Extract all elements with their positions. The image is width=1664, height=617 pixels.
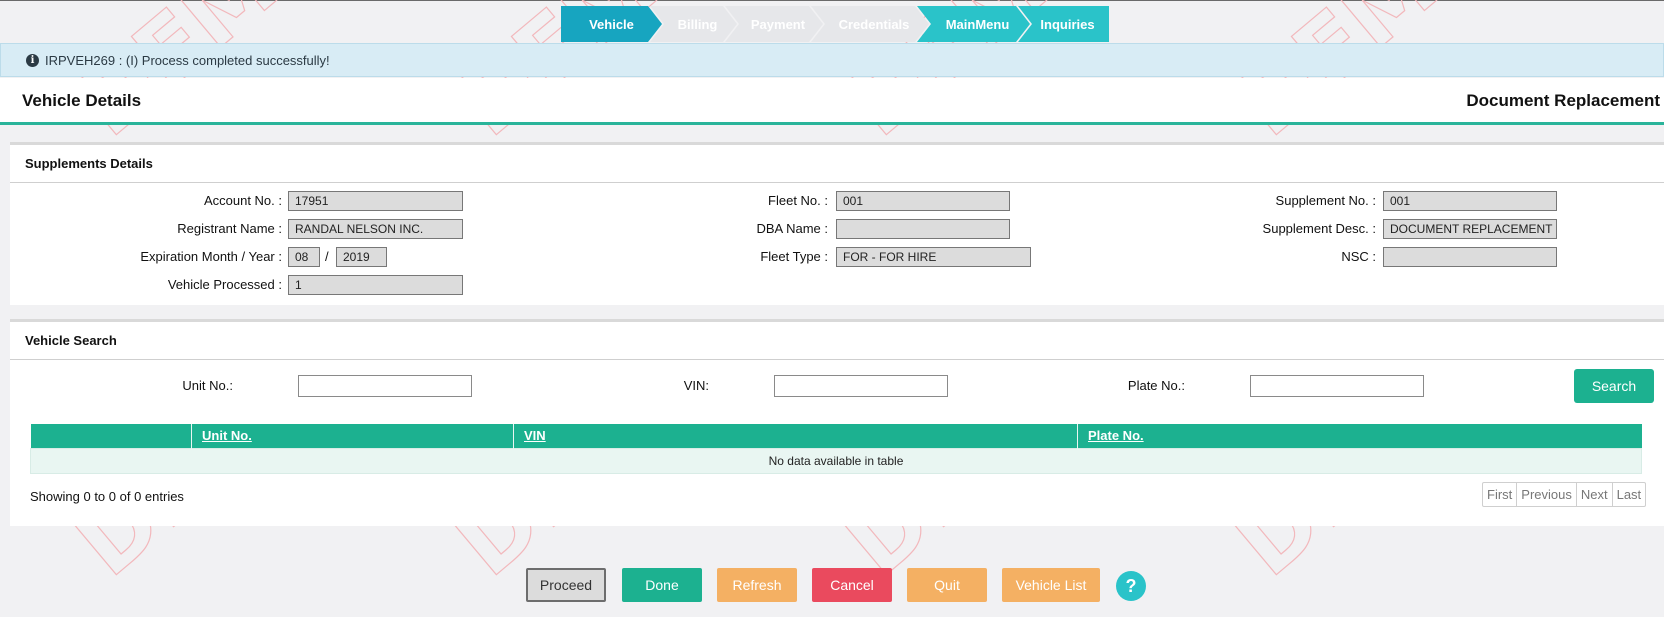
vin-input[interactable] [774,375,948,397]
page-subtitle: Document Replacement [1466,91,1660,110]
page-next[interactable]: Next [1575,483,1612,506]
unit-no-input[interactable] [298,375,472,397]
nsc-label: NSC : [1341,249,1376,264]
fleet-field: 001 [836,191,1010,211]
fleet-label: Fleet No. : [768,193,828,208]
unit-no-label: Unit No.: [182,378,233,393]
registrant-field: RANDAL NELSON INC. [288,219,463,239]
dba-label: DBA Name : [756,221,828,236]
help-icon[interactable]: ? [1116,571,1146,601]
proceed-button[interactable]: Proceed [526,568,606,602]
step-billing: Billing [650,6,737,42]
page-header: Vehicle Details Document Replacement [0,78,1664,125]
step-inquiries[interactable]: Inquiries [1018,6,1109,42]
vehicle-table: Unit No. VIN Plate No. No data available… [30,424,1642,474]
exp-year-field: 2019 [336,247,387,267]
vehicle-processed-label: Vehicle Processed : [167,277,282,292]
fleet-type-label: Fleet Type : [760,249,828,264]
nsc-field [1383,247,1557,267]
supplement-no-field: 001 [1383,191,1557,211]
step-payment: Payment [725,6,823,42]
supplement-no-label: Supplement No. : [1275,193,1376,208]
plate-no-label: Plate No.: [1127,378,1185,393]
registrant-label: Registrant Name : [177,221,282,236]
done-button[interactable]: Done [622,568,702,602]
dba-field [836,219,1010,239]
quit-button[interactable]: Quit [907,568,987,602]
step-mainmenu[interactable]: MainMenu [917,6,1030,42]
page-title: Vehicle Details [22,91,142,110]
pagination: First Previous Next Last [1482,482,1647,507]
vehicle-list-button[interactable]: Vehicle List [1002,568,1100,602]
page-previous[interactable]: Previous [1516,483,1576,506]
top-border [0,0,1664,1]
page-first[interactable]: First [1483,483,1516,506]
col-vin[interactable]: VIN [513,424,1078,448]
supplement-desc-field: DOCUMENT REPLACEMENT [1383,219,1557,239]
col-plate-no[interactable]: Plate No. [1077,424,1642,448]
info-icon: i [26,53,39,67]
table-header-row: Unit No. VIN Plate No. [30,424,1642,448]
exp-month-field: 08 [288,247,320,267]
supplement-desc-label: Supplement Desc. : [1262,221,1376,236]
step-credentials: Credentials [811,6,929,42]
vin-label: VIN: [683,378,709,393]
table-row: No data available in table [30,447,1642,474]
fleet-type-field: FOR - FOR HIRE [836,247,1031,267]
step-vehicle[interactable]: Vehicle [561,6,662,42]
search-button[interactable]: Search [1574,369,1654,403]
wizard-steps: Vehicle Billing Payment Credentials Main… [561,6,1109,42]
status-message: IRPVEH269 : (I) Process completed succes… [45,52,330,68]
vehicle-search-panel: Vehicle Search [10,319,1664,526]
plate-no-input[interactable] [1250,375,1424,397]
exp-separator: / [325,249,329,264]
supplements-title: Supplements Details [10,145,1664,183]
page-last[interactable]: Last [1611,483,1646,506]
status-message-bar: i IRPVEH269 : (I) Process completed succ… [0,43,1664,77]
col-unit-no[interactable]: Unit No. [191,424,514,448]
empty-table-message: No data available in table [30,447,1642,474]
expiration-label: Expiration Month / Year : [140,249,282,264]
cancel-button[interactable]: Cancel [812,568,892,602]
refresh-button[interactable]: Refresh [717,568,797,602]
vehicle-search-title: Vehicle Search [10,322,1664,360]
account-field: 17951 [288,191,463,211]
col-select [30,424,192,448]
vehicle-processed-field: 1 [288,275,463,295]
account-label: Account No. : [203,193,282,208]
entries-info: Showing 0 to 0 of 0 entries [30,489,184,504]
